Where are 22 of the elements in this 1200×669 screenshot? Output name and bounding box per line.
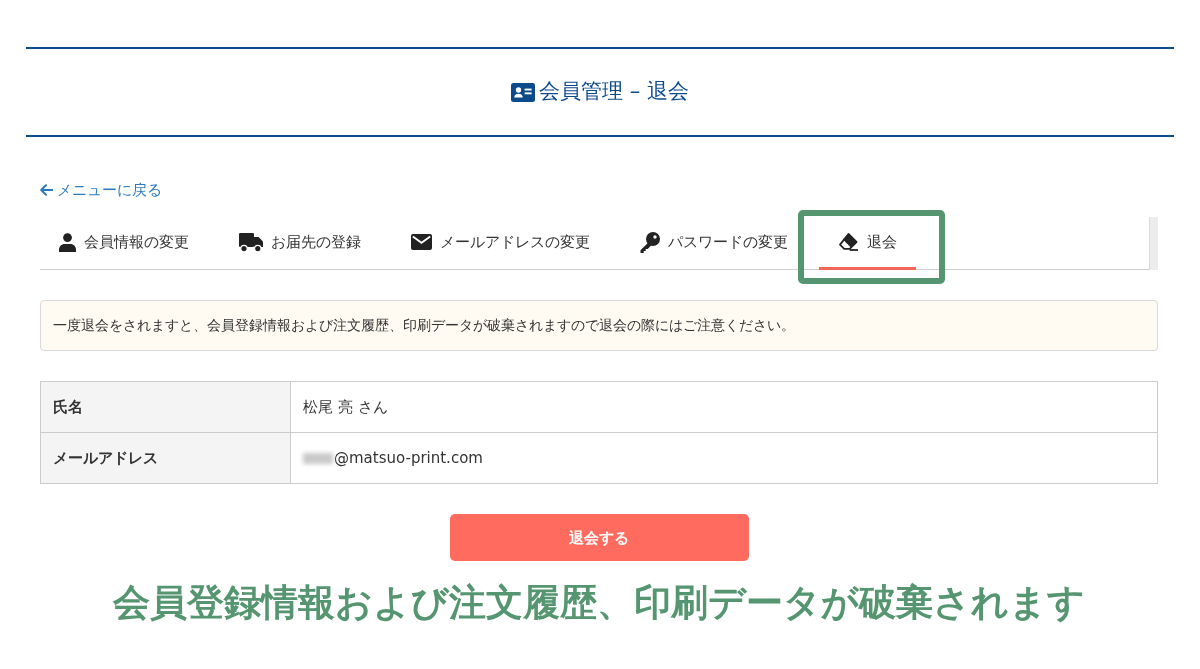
id-card-icon: [511, 82, 536, 102]
blurred-text: [303, 453, 333, 464]
row-header: 氏名: [40, 381, 291, 433]
arrow-left-icon: [40, 184, 53, 197]
table-cell: 松尾 亮 さん: [290, 381, 1158, 433]
back-link[interactable]: メニューに戻る: [40, 179, 162, 202]
key-icon: [640, 231, 660, 253]
scrollbar: [1149, 217, 1158, 271]
truck-icon: [239, 232, 263, 252]
tab[interactable]: お届先の登録: [220, 217, 380, 271]
email-text: @matsuo-print.com: [334, 449, 483, 467]
row-header: メールアドレス: [40, 432, 291, 484]
tab[interactable]: メールアドレスの変更: [392, 217, 609, 271]
tab[interactable]: 退会: [819, 217, 916, 271]
eraser-icon: [838, 233, 859, 252]
annotation-caption: 会員登録情報および注文履歴、印刷データが破棄されます: [113, 581, 1085, 626]
page-title: 会員管理 – 退会: [539, 79, 689, 105]
tab[interactable]: 会員情報の変更: [40, 217, 208, 271]
notice-message: 一度退会をされますと、会員登録情報および注文履歴、印刷データが破棄されますので退会の際にはご注意ください。: [40, 300, 1158, 352]
user-icon: [59, 232, 76, 252]
tab[interactable]: パスワードの変更: [621, 217, 807, 271]
envelope-icon: [411, 234, 432, 251]
